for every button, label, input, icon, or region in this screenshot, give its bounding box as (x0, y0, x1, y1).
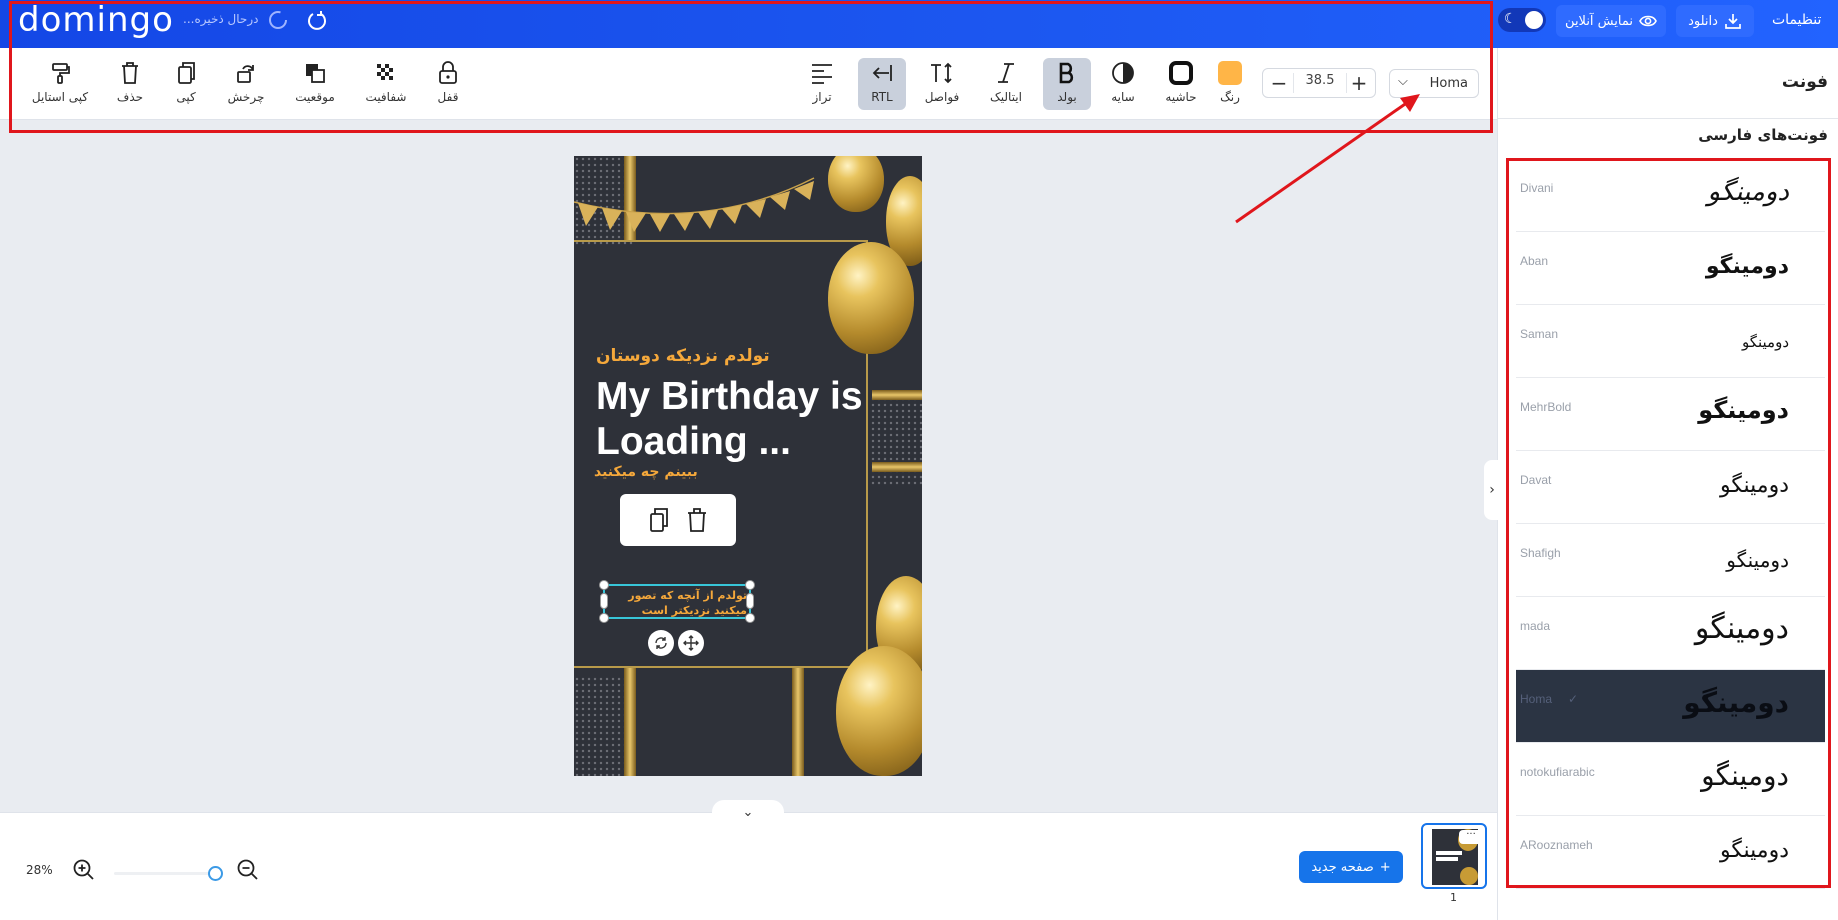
preview-button[interactable]: نمایش آنلاین (1556, 5, 1666, 37)
rotate-handle[interactable] (648, 630, 674, 656)
zoom-percentage: 28% (26, 863, 53, 877)
canvas-text-fa-sub[interactable]: ببینم چه میکنید (594, 464, 698, 480)
gold-bar (872, 462, 922, 472)
zoom-in-icon[interactable] (72, 858, 96, 882)
gold-balloon (828, 156, 884, 212)
gold-bar (792, 668, 804, 776)
new-page-label: صفحه جدید (1311, 859, 1374, 875)
toggle-knob (1525, 11, 1543, 29)
duplicate-icon[interactable] (648, 507, 670, 533)
page-more-menu[interactable]: ··· (1459, 830, 1483, 844)
move-icon (683, 635, 699, 651)
selected-text-box[interactable]: تولدم از آنچه که تصور میکنید نزدیکتر است (599, 580, 755, 623)
chevron-down-icon: ⌄ (742, 804, 754, 820)
preview-label: نمایش آنلاین (1565, 13, 1633, 29)
panel-subtitle: فونت‌های فارسی (1698, 126, 1828, 144)
bottom-bar: 28% + صفحه جدید ··· 1 (0, 812, 1497, 920)
panel-collapse-button[interactable]: › (1484, 460, 1500, 520)
dotted-pattern (870, 396, 922, 486)
rotate-icon (655, 637, 667, 649)
resize-handle[interactable] (745, 613, 755, 623)
download-label: دانلود (1688, 13, 1718, 29)
move-handle[interactable] (678, 630, 704, 656)
chevron-right-icon: › (1489, 482, 1495, 498)
canvas-title[interactable]: My Birthday is Loading ... (596, 374, 866, 464)
gold-bar (872, 390, 922, 400)
gold-bar (624, 668, 636, 776)
panel-divider (1498, 118, 1838, 119)
settings-link[interactable]: تنظیمات (1772, 12, 1821, 28)
zoom-out-icon[interactable] (236, 858, 260, 882)
element-context-menu (620, 494, 736, 546)
selected-text[interactable]: تولدم از آنچه که تصور میکنید نزدیکتر است (607, 588, 747, 618)
gold-balloon (836, 646, 922, 776)
dotted-pattern (574, 676, 624, 776)
download-button[interactable]: دانلود (1676, 5, 1754, 37)
trash-icon[interactable] (686, 507, 708, 533)
resize-handle[interactable] (600, 593, 608, 609)
download-icon (1725, 14, 1741, 29)
resize-handle[interactable] (745, 580, 755, 590)
gold-balloon (828, 242, 914, 354)
design-canvas[interactable]: تولدم نزدیکه دوستان My Birthday is Loadi… (574, 156, 922, 776)
resize-handle[interactable] (746, 593, 754, 609)
theme-toggle[interactable]: ☾ (1498, 8, 1546, 32)
canvas-text-fa-top[interactable]: تولدم نزدیکه دوستان (596, 346, 770, 366)
plus-icon: + (1379, 859, 1391, 875)
new-page-button[interactable]: + صفحه جدید (1299, 851, 1403, 883)
panel-title: فونت (1781, 72, 1828, 92)
zoom-slider-track[interactable] (114, 872, 218, 875)
moon-icon: ☾ (1504, 11, 1517, 27)
page-thumbnail[interactable]: ··· (1421, 823, 1487, 889)
eye-icon (1639, 15, 1657, 27)
bottom-collapse-button[interactable]: ⌄ (712, 800, 784, 824)
annotation-arrow (1235, 94, 1420, 224)
page-number: 1 (1450, 891, 1457, 904)
resize-handle[interactable] (599, 580, 609, 590)
resize-handle[interactable] (599, 613, 609, 623)
bunting-flags (574, 177, 815, 232)
zoom-slider-knob[interactable] (208, 866, 223, 881)
annotation-box-fontlist (1506, 158, 1831, 888)
